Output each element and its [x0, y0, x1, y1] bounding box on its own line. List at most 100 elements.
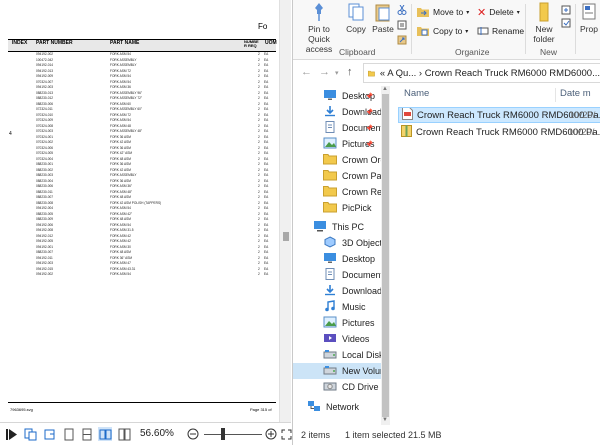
thumbnails-icon[interactable] [23, 427, 37, 441]
uom-cell: EA [264, 200, 269, 205]
continuous-page-icon[interactable] [80, 427, 94, 441]
pdf-scrollbar[interactable] [279, 0, 291, 422]
nav-item-picpick[interactable]: PicPick [293, 200, 381, 216]
new-item-icon [561, 5, 571, 15]
nav-item-downloads[interactable]: Downloads📌 [293, 104, 381, 120]
properties-icon [582, 3, 596, 20]
scroll-up-icon[interactable]: ▲ [382, 86, 388, 92]
nav-item-videos[interactable]: Videos [293, 331, 381, 347]
copy-to-button[interactable]: Copy to ▾ [416, 23, 468, 39]
part-name-cell: FORK ASM 54 [110, 79, 131, 84]
documents-icon [323, 268, 337, 282]
nav-item-label: This PC [332, 222, 365, 232]
nav-item-crown-reach-t[interactable]: Crown Reach T [293, 184, 381, 200]
properties-button[interactable]: Prop [577, 2, 600, 34]
pin-icon[interactable]: 📌 [366, 125, 373, 132]
column-separator[interactable] [555, 88, 556, 102]
single-page-icon[interactable] [62, 427, 76, 441]
two-page-icon[interactable] [98, 427, 112, 441]
rotate-icon[interactable] [42, 427, 56, 441]
properties-label: Prop [580, 24, 598, 34]
nav-item-crown-order-f[interactable]: Crown Order F [293, 152, 381, 168]
delete-button[interactable]: ✕ Delete ▾ [477, 4, 520, 20]
nav-item-crown-pallet-s[interactable]: Crown Pallet S [293, 168, 381, 184]
nav-item-desktop[interactable]: Desktop [293, 251, 381, 267]
address-path-box[interactable]: « A Qu... › Crown Reach Truck RM6000 RMD… [363, 63, 600, 83]
move-to-button[interactable]: Move to ▾ [416, 4, 469, 20]
zoom-slider[interactable] [204, 434, 262, 435]
part-number-cell: 070324-006 [36, 145, 54, 150]
pc-icon [313, 220, 327, 234]
nav-item-documents[interactable]: Documents [293, 267, 381, 283]
part-name-cell: FORK ASSEMBLY [110, 57, 137, 62]
quantity-cell: 2 [258, 167, 260, 172]
pin-to-quick-access-button[interactable]: Pin to Quick access [297, 2, 341, 54]
nav-item-music[interactable]: Music [293, 299, 381, 315]
copy-path-button[interactable] [397, 17, 407, 33]
navigation-scroll-thumb[interactable] [382, 94, 389, 417]
easy-access-button[interactable] [561, 15, 571, 31]
nav-item-new-volume[interactable]: New Volume ( [293, 363, 381, 379]
paste-button[interactable]: Paste [371, 2, 395, 34]
part-name-cell: FORK ASM 54 [110, 118, 131, 122]
uom-cell: EA [264, 233, 269, 238]
recent-locations-icon[interactable]: ▾ [335, 69, 339, 77]
nav-item-pictures[interactable]: Pictures 📌 [293, 136, 381, 152]
forward-arrow-icon[interactable]: → [319, 66, 330, 78]
fit-page-icon[interactable] [279, 427, 293, 441]
table-row: 070324-010 FORK ASM 72 2 EA [0, 113, 279, 118]
videos-icon [323, 332, 337, 346]
two-page-continuous-icon[interactable] [117, 427, 131, 441]
nav-item-cd-drive-f[interactable]: CD Drive (F:) [293, 379, 381, 395]
quantity-cell: 2 [258, 233, 260, 238]
part-number-cell: 088230-012 [36, 96, 54, 100]
new-folder-button[interactable]: New folder [529, 2, 559, 44]
nav-item-this-pc[interactable]: This PC [293, 219, 381, 235]
uom-cell: EA [264, 140, 269, 144]
part-number-cell: 070324-003 [36, 129, 54, 133]
paste-shortcut-icon [397, 35, 407, 45]
rename-icon [477, 27, 489, 35]
paste-shortcut-button[interactable] [397, 32, 407, 48]
table-row: 088230-003 FORK ASSEMBLY 2 EA [0, 173, 279, 178]
pin-icon[interactable]: 📌 [366, 109, 373, 116]
file-row[interactable]: Crown Reach Truck RM6000 RMD6000 Pa... 10… [398, 107, 600, 123]
nav-item-3d-objects[interactable]: 3D Objects [293, 235, 381, 251]
zoom-in-icon[interactable] [264, 427, 278, 441]
nav-item-network[interactable]: Network [293, 399, 381, 415]
nav-item-desktop[interactable]: Desktop 📌 [293, 88, 381, 104]
quantity-cell: 2 [258, 184, 260, 188]
zoom-slider-handle[interactable] [221, 428, 225, 440]
col-number-req: NUMBE R REQ [244, 39, 259, 48]
zoom-level[interactable]: 56.60% [140, 428, 174, 439]
zoom-out-icon[interactable] [186, 427, 200, 441]
back-arrow-icon[interactable]: ← [301, 66, 312, 78]
column-header-date[interactable]: Date m [560, 88, 591, 99]
part-name-cell: FORK 36 ASM [110, 134, 131, 139]
rename-button[interactable]: Rename [477, 23, 524, 39]
nav-item-local-disk-c[interactable]: Local Disk (C:) [293, 347, 381, 363]
rename-label: Rename [492, 26, 525, 36]
cut-button[interactable] [397, 2, 407, 18]
nav-item-documents[interactable]: Documents📌 [293, 120, 381, 136]
uom-cell: EA [264, 79, 269, 84]
column-header-name[interactable]: Name [404, 88, 429, 99]
delete-label: Delete [489, 7, 514, 17]
pin-icon[interactable]: 📌 [366, 93, 373, 100]
play-icon[interactable] [4, 427, 18, 441]
group-new-label: New [540, 47, 558, 57]
pin-label: Pin to Quick access [305, 24, 333, 54]
pdf-scroll-thumb[interactable] [283, 232, 289, 241]
quantity-cell: 2 [258, 145, 260, 150]
pin-icon[interactable]: 📌 [366, 141, 373, 148]
up-arrow-icon[interactable]: ↑ [347, 66, 353, 78]
copy-button[interactable]: Copy [345, 2, 367, 34]
part-number-cell: 088230-013 [36, 90, 54, 95]
copy-folder-icon [417, 27, 429, 36]
nav-item-pictures[interactable]: Pictures [293, 315, 381, 331]
navigation-scrollbar[interactable]: ▲ ▼ [381, 86, 390, 425]
file-row[interactable]: Crown Reach Truck RM6000 RMD6000 Pa... 10… [398, 124, 600, 140]
table-row: 094192-005 FORK ASM 42 2 EA [0, 239, 279, 244]
nav-item-downloads[interactable]: Downloads [293, 283, 381, 299]
scroll-down-icon[interactable]: ▼ [382, 417, 388, 423]
